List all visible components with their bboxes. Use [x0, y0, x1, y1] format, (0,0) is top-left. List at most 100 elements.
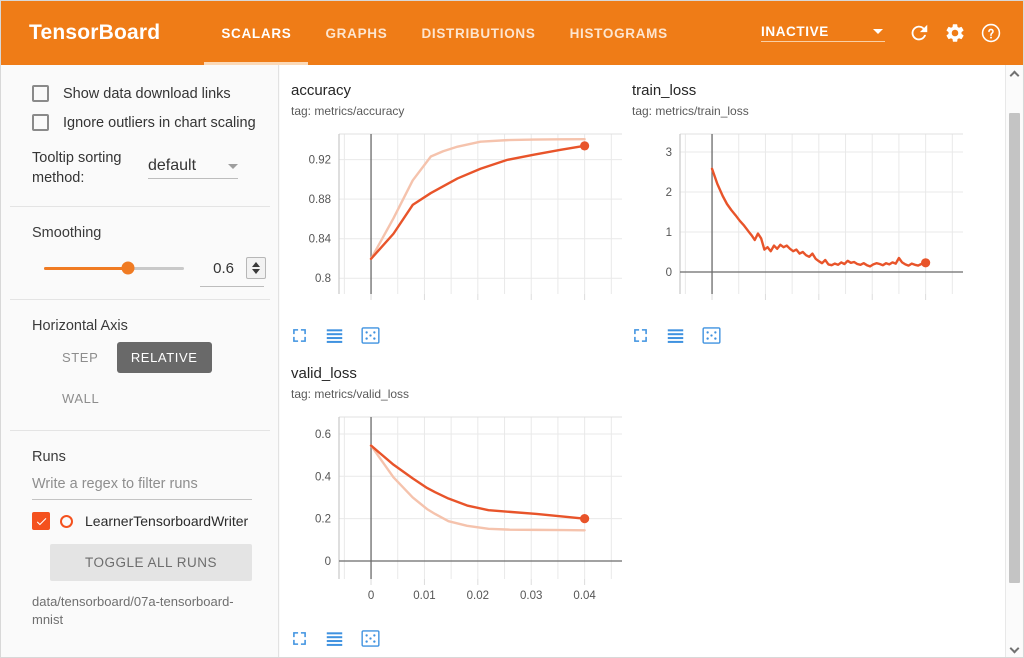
horizontal-axis-options: STEP RELATIVE — [2, 334, 278, 374]
chart-toolbar-accuracy — [291, 326, 636, 344]
smoothing-value[interactable]: 0.6 — [208, 260, 234, 277]
app-logo-title: TensorBoard — [29, 21, 161, 44]
chart-tag-train-loss: tag: metrics/train_loss — [632, 103, 749, 118]
data-table-icon[interactable] — [325, 630, 344, 647]
ignore-outliers-label: Ignore outliers in chart scaling — [63, 114, 256, 131]
toggle-all-runs-button[interactable]: TOGGLE ALL RUNS — [50, 544, 252, 582]
chevron-down-icon — [228, 163, 238, 169]
svg-text:0.8: 0.8 — [315, 273, 331, 285]
plot-valid-loss[interactable]: 0 0.2 0.4 0.6 0 0.01 0.02 0.03 0.04 — [291, 409, 636, 624]
chart-title-train-loss: train_loss — [632, 82, 697, 99]
svg-text:0.2: 0.2 — [315, 513, 331, 525]
run-item-learnertensorboardwriter[interactable]: LearnerTensorboardWriter — [2, 500, 278, 540]
svg-text:0: 0 — [368, 590, 374, 602]
app-header: TensorBoard SCALARS GRAPHS DISTRIBUTIONS… — [1, 1, 1023, 65]
run-color-swatch — [60, 514, 73, 528]
ignore-outliers-checkbox[interactable] — [32, 114, 49, 131]
data-table-icon[interactable] — [666, 327, 685, 344]
svg-text:0.88: 0.88 — [309, 194, 331, 206]
smoothing-section: Smoothing 0.6 — [2, 207, 278, 299]
svg-text:0.4: 0.4 — [315, 471, 332, 483]
tooltip-sorting-label: Tooltip sorting method: — [32, 150, 122, 186]
smoothing-input-underline — [200, 286, 264, 288]
gear-icon[interactable] — [937, 15, 973, 51]
svg-text:0.04: 0.04 — [573, 590, 596, 602]
header-actions: INACTIVE — [761, 1, 1009, 65]
show-download-links-checkbox[interactable] — [32, 85, 49, 102]
axis-option-step[interactable]: STEP — [48, 342, 112, 373]
reset-zoom-icon[interactable] — [702, 326, 721, 344]
smoothing-stepper[interactable] — [246, 257, 266, 280]
runs-filter-placeholder: Write a regex to filter runs — [32, 476, 198, 493]
svg-text:3: 3 — [666, 147, 672, 159]
chevron-down-icon — [873, 29, 883, 34]
tab-graphs-label: GRAPHS — [325, 25, 388, 41]
settings-sidebar: Show data download links Ignore outliers… — [2, 65, 279, 657]
horizontal-axis-section: Horizontal Axis STEP RELATIVE WALL — [2, 300, 278, 430]
fullscreen-icon[interactable] — [291, 630, 308, 647]
svg-text:0.92: 0.92 — [309, 154, 331, 166]
chart-toolbar-valid-loss — [291, 629, 636, 647]
smoothing-slider-handle[interactable] — [121, 261, 135, 275]
show-download-links-row[interactable]: Show data download links — [2, 79, 278, 108]
runs-section: Runs Write a regex to filter runs Learne… — [2, 431, 278, 640]
horizontal-axis-title: Horizontal Axis — [32, 318, 128, 335]
tooltip-sorting-select[interactable]: default — [148, 157, 238, 179]
help-icon[interactable] — [973, 15, 1009, 51]
chart-tag-valid-loss: tag: metrics/valid_loss — [291, 386, 410, 401]
tab-graphs[interactable]: GRAPHS — [308, 1, 404, 65]
scalars-dashboard: accuracy tag: metrics/accuracy 0.8 0.84 0.… — [280, 65, 1006, 657]
tooltip-sorting-value: default — [148, 157, 197, 174]
svg-text:0: 0 — [666, 267, 672, 279]
chevron-up-icon[interactable] — [1006, 65, 1023, 82]
svg-text:1: 1 — [666, 227, 672, 239]
main-tabs: SCALARS GRAPHS DISTRIBUTIONS HISTOGRAMS — [204, 1, 685, 65]
display-options-section: Show data download links Ignore outliers… — [2, 65, 278, 206]
smoothing-title: Smoothing — [32, 225, 102, 242]
tab-distributions[interactable]: DISTRIBUTIONS — [404, 1, 552, 65]
tab-histograms-label: HISTOGRAMS — [569, 25, 668, 41]
stepper-down-icon[interactable] — [252, 269, 260, 275]
svg-text:0: 0 — [325, 556, 331, 568]
plot-train-loss[interactable]: 0 1 2 3 — [632, 126, 982, 321]
axis-option-relative[interactable]: RELATIVE — [116, 342, 212, 374]
plot-svg-accuracy: 0.8 0.84 0.88 0.92 — [309, 133, 622, 300]
chart-card-valid-loss: valid_loss tag: metrics/valid_loss 0 0.2 0… — [291, 365, 636, 647]
runs-filter-input[interactable]: Write a regex to filter runs — [32, 475, 252, 501]
scrollbar-thumb[interactable] — [1009, 113, 1020, 583]
chart-toolbar-train-loss — [632, 326, 982, 344]
tab-scalars[interactable]: SCALARS — [204, 1, 309, 65]
chevron-down-icon[interactable] — [1006, 641, 1023, 657]
reset-zoom-icon[interactable] — [361, 629, 380, 647]
fullscreen-icon[interactable] — [291, 327, 308, 344]
tooltip-sorting-row: Tooltip sorting method: default — [2, 137, 278, 194]
axis-option-wall[interactable]: WALL — [48, 383, 113, 414]
tensorboard-app: TensorBoard SCALARS GRAPHS DISTRIBUTIONS… — [0, 0, 1024, 658]
tab-distributions-label: DISTRIBUTIONS — [421, 25, 536, 41]
svg-text:0.01: 0.01 — [413, 590, 435, 602]
tab-scalars-label: SCALARS — [221, 25, 292, 41]
fullscreen-icon[interactable] — [632, 327, 649, 344]
data-table-icon[interactable] — [325, 327, 344, 344]
run-checkbox[interactable] — [32, 512, 50, 531]
reload-mode-select[interactable]: INACTIVE — [761, 24, 885, 42]
reload-icon[interactable] — [901, 15, 937, 51]
check-icon — [36, 517, 46, 525]
page-scrollbar[interactable] — [1005, 65, 1023, 657]
reset-zoom-icon[interactable] — [361, 326, 380, 344]
chart-title-accuracy: accuracy — [291, 82, 352, 99]
svg-text:0.03: 0.03 — [520, 590, 542, 602]
plot-accuracy[interactable]: 0.8 0.84 0.88 0.92 — [291, 126, 636, 321]
tab-histograms[interactable]: HISTOGRAMS — [553, 1, 685, 65]
stepper-up-icon[interactable] — [252, 262, 260, 268]
smoothing-slider[interactable] — [44, 261, 184, 275]
chart-tag-accuracy: tag: metrics/accuracy — [291, 103, 405, 118]
chart-card-accuracy: accuracy tag: metrics/accuracy 0.8 0.84 0.… — [291, 82, 636, 344]
smoothing-row: 0.6 — [2, 241, 278, 283]
horizontal-axis-options-row2: WALL — [2, 373, 278, 418]
runs-title: Runs — [32, 449, 66, 466]
plot-svg-train-loss: 0 1 2 3 — [666, 133, 963, 300]
chart-title-valid-loss: valid_loss — [291, 365, 357, 382]
show-download-links-label: Show data download links — [63, 85, 231, 102]
ignore-outliers-row[interactable]: Ignore outliers in chart scaling — [2, 108, 278, 137]
